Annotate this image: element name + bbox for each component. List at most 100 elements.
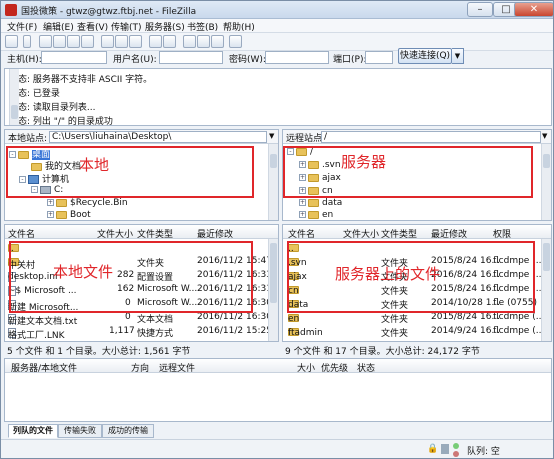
tree-item[interactable]: + $Recycle.Bin (47, 198, 128, 208)
local-site-bar: 本地站点: C:\Users\liuhaina\Desktop\ ▼ (5, 130, 278, 144)
search-icon[interactable] (229, 35, 242, 48)
toolbar (1, 33, 553, 51)
tree-item-label: en (322, 210, 334, 220)
queue-column-size[interactable]: 大小 (297, 361, 315, 374)
menu-bookmarks[interactable]: 书签(B) (187, 20, 218, 33)
expand-icon[interactable]: + (299, 199, 306, 206)
site-manager-icon[interactable] (5, 35, 18, 48)
table-row[interactable]: ftadmin 文件夹 2014/9/24 16... flcdmpe (... (283, 324, 545, 339)
minimize-button[interactable]: – (467, 2, 493, 17)
password-label: 密码(W): (229, 55, 266, 65)
folder-icon (56, 198, 67, 207)
queue-column-priority[interactable]: 优先级 (321, 361, 348, 374)
site-dropdown-icon[interactable] (23, 35, 31, 48)
queue-column-direction[interactable]: 方向 (131, 361, 149, 374)
menu-help[interactable]: 帮助(H) (223, 20, 255, 33)
tree-item[interactable]: + en (299, 210, 333, 220)
queue-tabs: 列队的文件 传输失败 成功的传输 (4, 424, 552, 438)
remote-path-input[interactable]: / (321, 131, 541, 143)
annotation-box-server (283, 146, 533, 198)
annotation-server-files: 服务器上的文件 (335, 265, 441, 283)
toggle-queue-icon[interactable] (81, 35, 94, 48)
remote-tree-scrollbar[interactable] (541, 144, 551, 220)
remote-site-label: 远程站点: (286, 134, 326, 144)
username-input[interactable] (159, 51, 223, 64)
local-path-input[interactable]: C:\Users\liuhaina\Desktop\ (49, 131, 267, 143)
local-site-label: 本地站点: (8, 134, 48, 144)
upload-led-icon (453, 443, 459, 449)
tab-successful-transfers[interactable]: 成功的传输 (102, 424, 154, 438)
column-header-size[interactable]: 文件大小 (343, 227, 379, 240)
toggle-remote-tree-icon[interactable] (67, 35, 80, 48)
toggle-local-tree-icon[interactable] (53, 35, 66, 48)
file-name: en (288, 314, 300, 324)
quickconnect-bar: 主机(H): 用户名(U): 密码(W): 端口(P): 快速连接(Q) ▼ (1, 48, 553, 65)
log-scrollbar[interactable] (9, 69, 19, 125)
menu-transfer[interactable]: 传输(T) (111, 20, 142, 33)
host-label: 主机(H): (7, 55, 42, 65)
process-queue-icon[interactable] (115, 35, 128, 48)
tree-item[interactable]: + data (299, 198, 342, 208)
column-header-size[interactable]: 文件大小 (97, 227, 133, 240)
expand-icon[interactable]: + (47, 199, 54, 206)
port-input[interactable] (365, 51, 393, 64)
window-title: 国投微策 - gtwz@gtwz.ftbj.net - FileZilla (21, 7, 197, 17)
local-path-dropdown-icon[interactable]: ▼ (269, 132, 274, 140)
filter-icon[interactable] (211, 35, 224, 48)
directory-compare-icon[interactable] (183, 35, 196, 48)
file-name: ftadmin (288, 328, 323, 338)
menu-view[interactable]: 查看(V) (77, 20, 108, 33)
quickconnect-dropdown-icon[interactable]: ▼ (452, 48, 464, 64)
annotation-local: 本地 (79, 156, 110, 174)
expand-icon[interactable]: + (47, 211, 54, 218)
column-header-type[interactable]: 文件类型 (381, 227, 417, 240)
annotation-box-local (6, 146, 254, 198)
remote-path-dropdown-icon[interactable]: ▼ (542, 132, 547, 140)
transfer-queue: 服务器/本地文件 方向 远程文件 大小 优先级 状态 (4, 358, 552, 422)
file-type: 快捷方式 (137, 329, 174, 339)
log-line: 状态: 读取目录列表... (9, 103, 96, 113)
cancel-icon[interactable] (129, 35, 142, 48)
queue-column-remote-file[interactable]: 远程文件 (159, 361, 195, 374)
reconnect-icon[interactable] (163, 35, 176, 48)
file-permissions: flcdmpe (... (493, 326, 545, 336)
menu-edit[interactable]: 编辑(E) (43, 20, 74, 33)
annotation-local-files: 本地文件 (53, 263, 114, 281)
column-header-modified[interactable]: 最近修改 (431, 227, 467, 240)
lock-icon: 🔒 (427, 444, 439, 454)
close-button[interactable]: ✕ (514, 2, 553, 17)
tab-queued-files[interactable]: 列队的文件 (8, 424, 58, 438)
local-list-header: 文件名 文件大小 文件类型 最近修改 (5, 225, 278, 240)
menu-server[interactable]: 服务器(S) (145, 20, 185, 33)
column-header-type[interactable]: 文件类型 (137, 227, 173, 240)
queue-column-status[interactable]: 状态 (357, 361, 375, 374)
quickconnect-button[interactable]: 快速连接(Q) (398, 48, 452, 64)
expand-icon[interactable]: + (299, 211, 306, 218)
column-header-modified[interactable]: 最近修改 (197, 227, 233, 240)
tab-failed-transfers[interactable]: 传输失败 (58, 424, 102, 438)
column-header-name[interactable]: 文件名 (288, 227, 315, 240)
queue-column-server-local[interactable]: 服务器/本地文件 (11, 361, 77, 374)
local-tree-scrollbar[interactable] (268, 144, 278, 220)
status-bar: 🔒 队列: 空 (1, 439, 553, 458)
queue-header: 服务器/本地文件 方向 远程文件 大小 优先级 状态 (5, 359, 551, 374)
column-header-name[interactable]: 文件名 (8, 227, 35, 240)
annotation-server: 服务器 (341, 153, 387, 171)
tree-item[interactable]: + Boot (47, 210, 91, 220)
menu-file[interactable]: 文件(F) (7, 20, 37, 33)
host-input[interactable] (41, 51, 107, 64)
table-row[interactable]: 格式工厂.LNK 1,117 快捷方式 2016/11/2 15:25... (5, 324, 278, 341)
title-bar: 国投微策 - gtwz@gtwz.ftbj.net - FileZilla – … (1, 1, 553, 19)
disconnect-icon[interactable] (149, 35, 162, 48)
local-list-scrollbar[interactable] (268, 239, 278, 341)
password-input[interactable] (265, 51, 329, 64)
sync-browse-icon[interactable] (197, 35, 210, 48)
remote-list-scrollbar[interactable] (541, 239, 551, 341)
toggle-log-icon[interactable] (39, 35, 52, 48)
log-line: 状态: 服务器不支持非 ASCII 字符。 (9, 75, 153, 85)
refresh-icon[interactable] (101, 35, 114, 48)
file-name: 格式工厂.LNK (8, 331, 65, 341)
port-label: 端口(P): (333, 55, 367, 65)
column-header-permissions[interactable]: 权限 (493, 227, 511, 240)
folder-icon (56, 210, 67, 219)
